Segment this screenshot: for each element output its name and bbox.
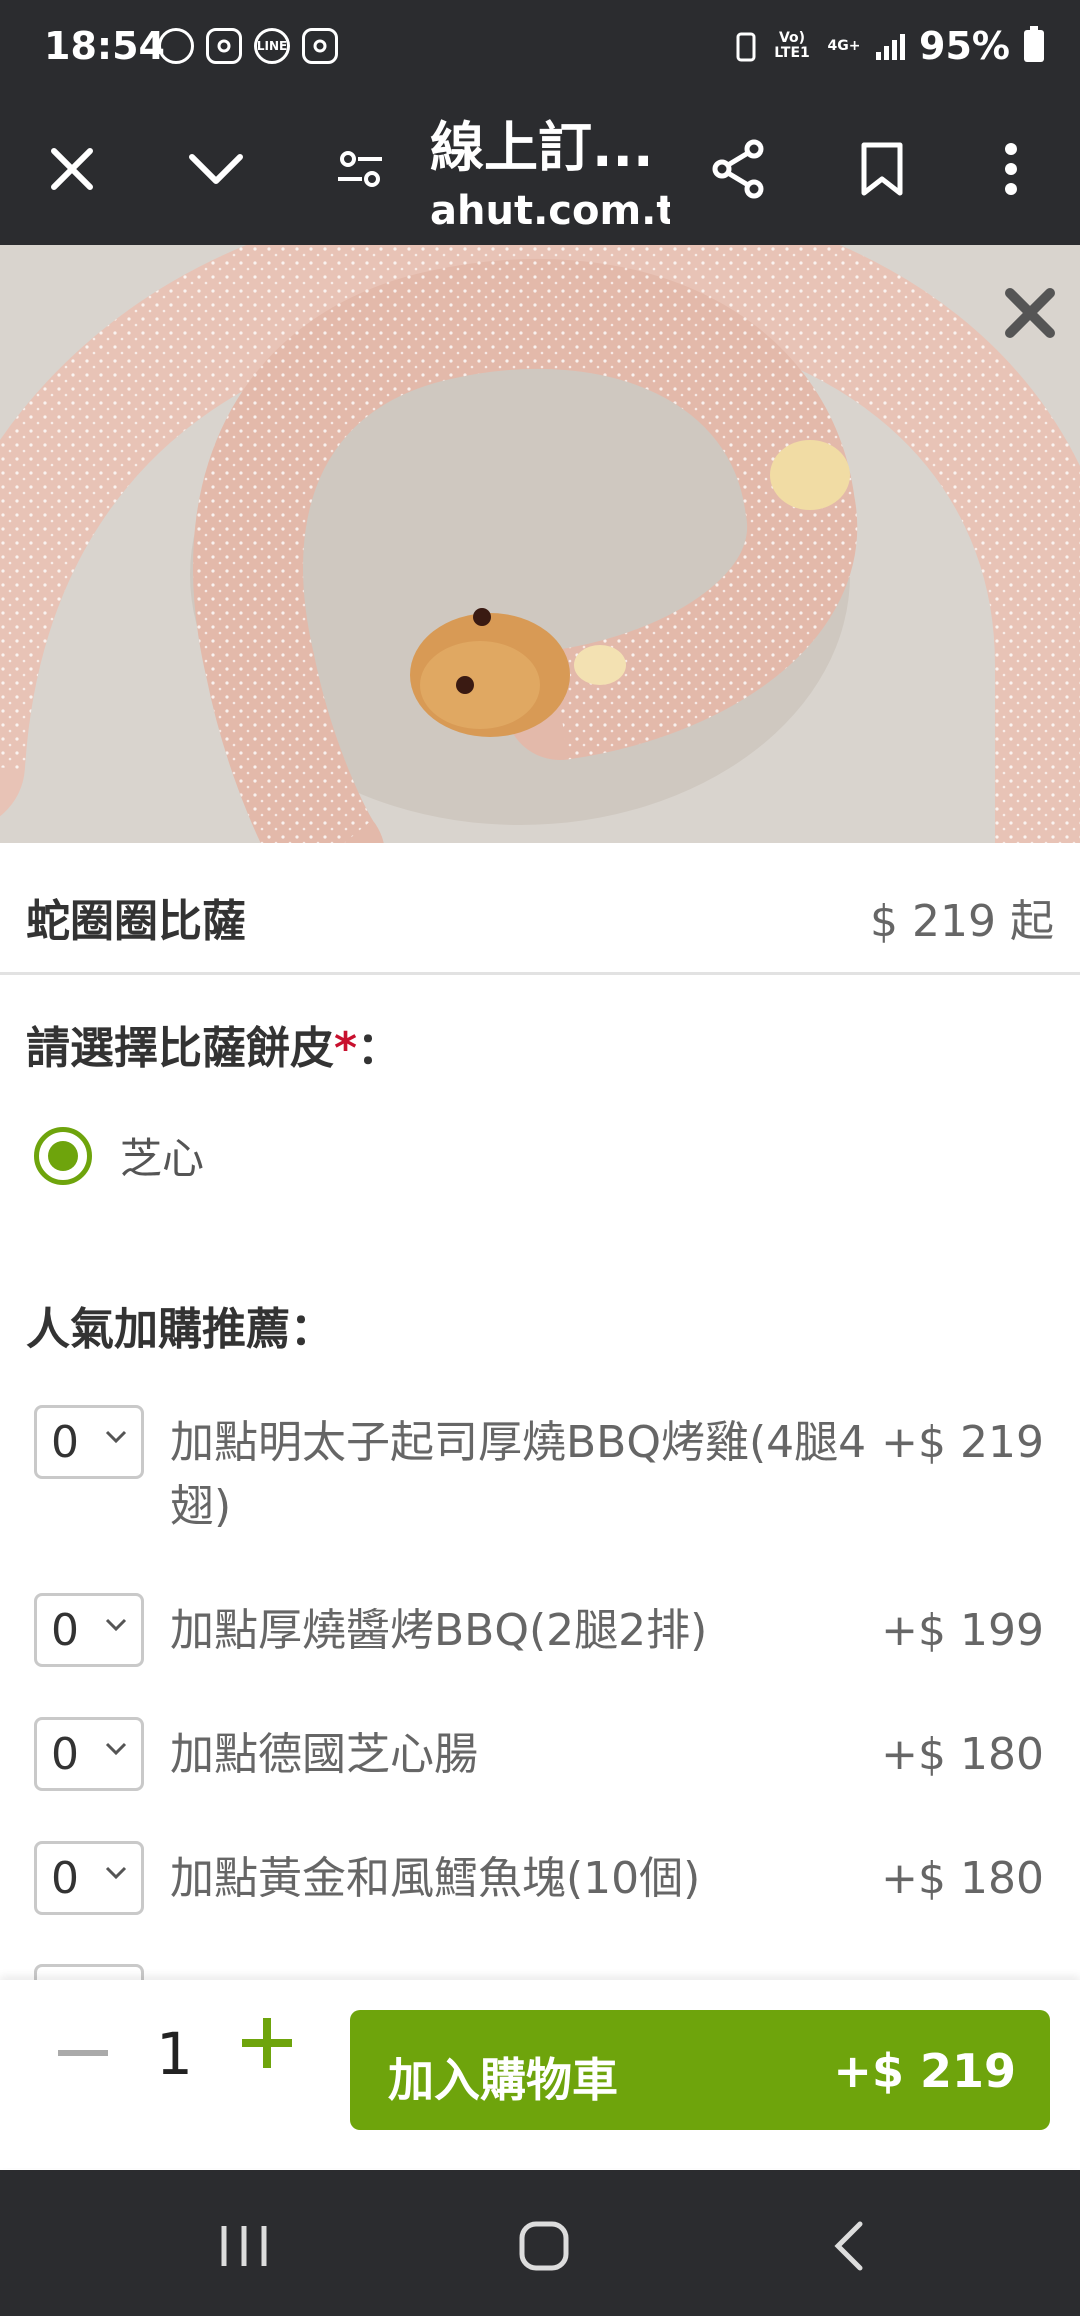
addon-price: +$ 199	[881, 1605, 1044, 1656]
home-icon[interactable]	[514, 2216, 574, 2276]
required-mark: *	[334, 1023, 358, 1074]
recent-apps-icon[interactable]	[214, 2216, 274, 2276]
chevron-down-icon	[189, 154, 243, 184]
addon-price: +$ 180	[881, 1729, 1044, 1780]
add-to-cart-total: +$ 219	[833, 2044, 1016, 2098]
product-name: 蛇圈圈比薩	[26, 896, 246, 947]
share-icon	[712, 139, 764, 199]
close-image-icon[interactable]	[1002, 285, 1058, 341]
more-options-button[interactable]	[975, 133, 1047, 205]
collapse-button[interactable]	[180, 133, 252, 205]
crust-title-colon: ：	[357, 1023, 402, 1074]
crust-option-label[interactable]: 芝心	[120, 1125, 204, 1186]
addon-qty-value: 0	[51, 1728, 79, 1780]
instagram-icon	[302, 28, 338, 64]
addon-qty-value: 0	[51, 1604, 79, 1656]
volte-indicator: Vo) LTE1	[774, 30, 810, 61]
chevron-down-icon	[105, 1618, 127, 1632]
add-to-cart-label: 加入購物車	[388, 2053, 618, 2107]
addon-label: 加點德國芝心腸	[170, 1729, 478, 1780]
crust-section-title: 請選擇比薩餅皮*：	[26, 1012, 401, 1076]
cart-bar: 1 加入購物車 +$ 219	[0, 1980, 1080, 2168]
product-image	[0, 245, 1080, 843]
browser-toolbar: 線上訂... ahut.com.tw	[0, 95, 1080, 245]
addon-row: 0 加點厚燒醬烤BBQ(2腿2排) +$ 199	[34, 1593, 1054, 1673]
instagram-icon	[206, 28, 242, 64]
close-icon	[51, 148, 93, 190]
page-title: 線上訂...	[430, 116, 654, 179]
addons-section-title: 人氣加購推薦：	[26, 1304, 334, 1355]
product-price: $ 219 起	[870, 896, 1054, 947]
decrease-quantity-button[interactable]	[58, 2050, 108, 2056]
share-button[interactable]	[702, 133, 774, 205]
status-bar: 18:54 LINE Vo) LTE1 4G+ 95%	[0, 0, 1080, 95]
addon-label: 加點明太子起司厚燒BBQ烤雞(4腿4翅)	[170, 1417, 867, 1532]
addon-label: 加點厚燒醬烤BBQ(2腿2排)	[170, 1605, 708, 1656]
line-icon-label: LINE	[256, 39, 288, 53]
tune-icon	[338, 151, 382, 187]
crust-title-text: 請選擇比薩餅皮	[26, 1023, 334, 1074]
bookmark-icon	[861, 142, 903, 196]
back-icon[interactable]	[820, 2216, 880, 2276]
system-nav-bar	[0, 2170, 1080, 2316]
addon-qty-value: 0	[51, 1852, 79, 1904]
bookmark-button[interactable]	[846, 133, 918, 205]
more-vert-icon	[1005, 143, 1017, 195]
addon-qty-select[interactable]: 0	[34, 1593, 144, 1667]
radio-dot	[48, 1140, 78, 1171]
recycle-icon	[736, 32, 756, 62]
increase-quantity-button[interactable]	[242, 2018, 292, 2068]
chevron-down-icon	[105, 1430, 127, 1444]
notification-icons: LINE	[158, 28, 338, 64]
addon-row: 0 加點明太子起司厚燒BBQ烤雞(4腿4翅) +$ 219	[34, 1405, 1054, 1545]
network-indicator: 4G+	[827, 37, 861, 54]
signal-icon	[876, 32, 906, 60]
page-url: ahut.com.tw	[430, 188, 670, 234]
addon-qty-select[interactable]: 0	[34, 1841, 144, 1915]
address-area[interactable]: 線上訂... ahut.com.tw	[430, 103, 670, 234]
close-tab-button[interactable]	[36, 133, 108, 205]
line-icon: LINE	[254, 28, 290, 64]
addon-price: +$ 219	[881, 1417, 1044, 1468]
chevron-down-icon	[105, 1742, 127, 1756]
addon-label: 加點黃金和風鱈魚塊(10個)	[170, 1853, 701, 1904]
clock: 18:54	[44, 24, 165, 68]
chevron-down-icon	[105, 1866, 127, 1880]
crust-option[interactable]: 芝心	[34, 1125, 204, 1186]
addon-qty-select[interactable]: 0	[34, 1405, 144, 1479]
radio-button-selected[interactable]	[34, 1126, 92, 1185]
product-header: 蛇圈圈比薩 $ 219 起	[0, 843, 1080, 975]
addon-price: +$ 180	[881, 1853, 1044, 1904]
battery-percent: 95%	[919, 24, 1010, 68]
messenger-icon	[158, 28, 194, 64]
addon-row: 0 加點黃金和風鱈魚塊(10個) +$ 180	[34, 1841, 1054, 1921]
quantity-value: 1	[156, 2020, 193, 2088]
addon-row: 0 加點德國芝心腸 +$ 180	[34, 1717, 1054, 1797]
add-to-cart-button[interactable]: 加入購物車 +$ 219	[350, 2010, 1050, 2130]
page-settings-button[interactable]	[324, 133, 396, 205]
addon-qty-select[interactable]: 0	[34, 1717, 144, 1791]
addon-qty-value: 0	[51, 1416, 79, 1468]
battery-icon	[1024, 26, 1044, 62]
